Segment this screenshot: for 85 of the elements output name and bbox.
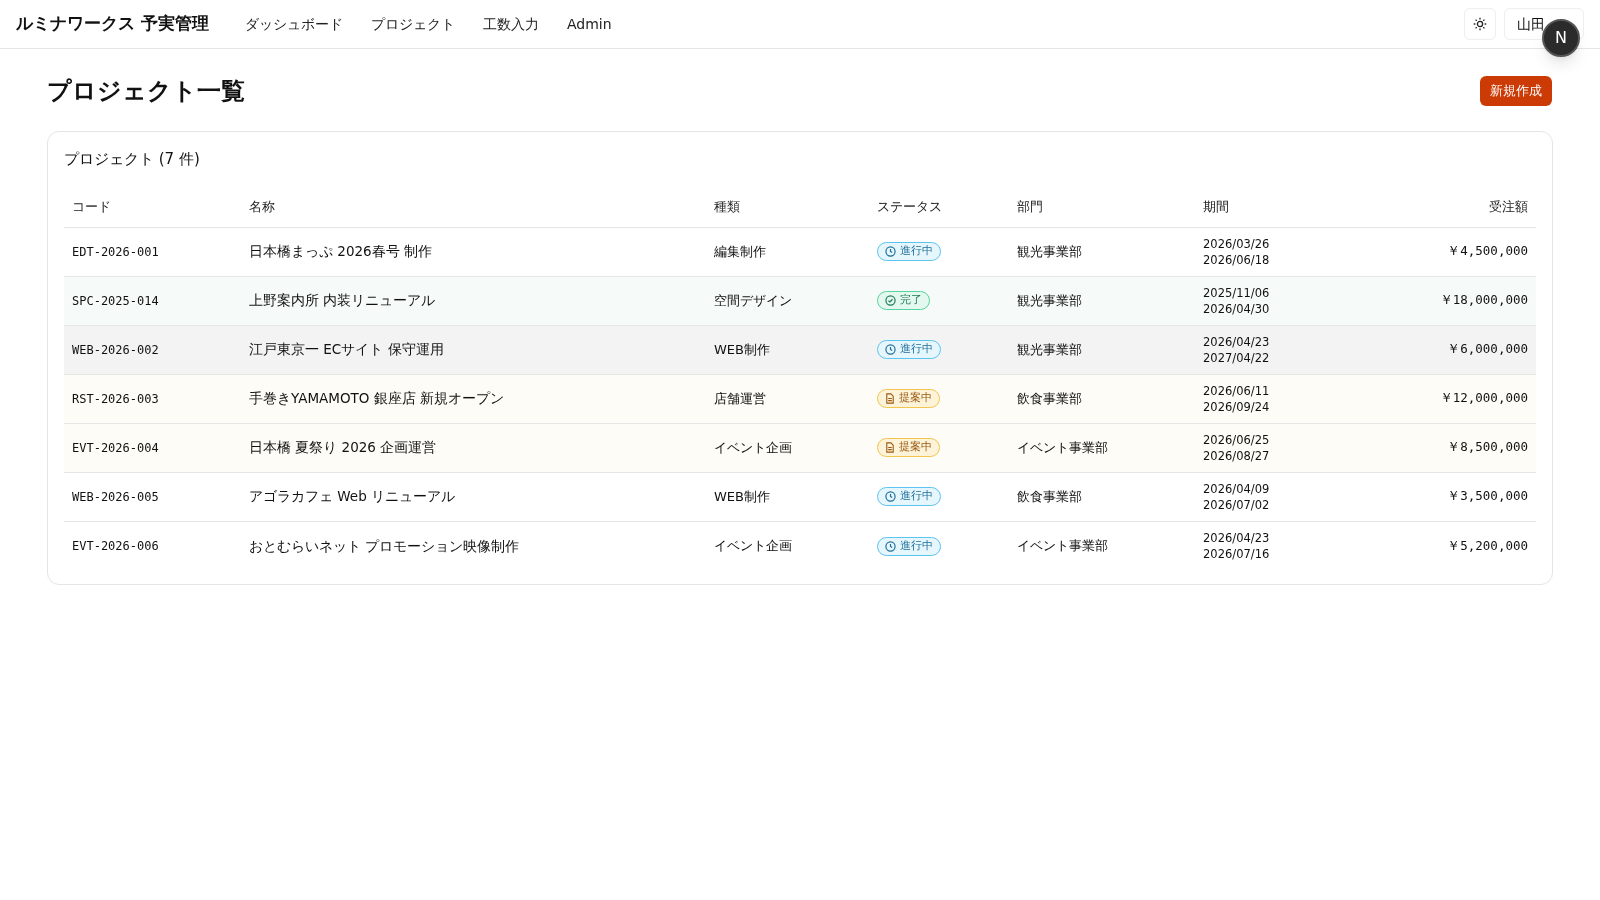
amount-cell-text: ￥6,000,000 <box>1446 340 1529 359</box>
amount-cell-text: ￥5,200,000 <box>1446 536 1529 555</box>
nav-link[interactable]: Admin <box>566 13 612 35</box>
name-cell-text: 江戸東京一 ECサイト 保守運用 <box>248 340 445 360</box>
app-title: ルミナワークス 予実管理 <box>16 12 209 36</box>
department-cell-text: 観光事業部 <box>1016 242 1083 261</box>
clock-icon <box>885 246 896 257</box>
amount-cell-text: ￥4,500,000 <box>1446 242 1529 261</box>
code-cell-text: SPC-2025-014 <box>71 292 160 310</box>
document-icon <box>885 442 895 453</box>
table-row[interactable]: WEB-2026-002 江戸東京一 ECサイト 保守運用 WEB制作 進行中 観光事業部 2026/04/23 2027/04/22 ￥6,000,000 <box>64 325 1536 375</box>
department-cell-text: イベント事業部 <box>1016 438 1109 457</box>
type-cell-text: 店舗運営 <box>713 389 767 408</box>
department-cell-text: 飲食事業部 <box>1016 487 1083 506</box>
column-header: コード <box>71 197 112 216</box>
dev-indicator-badge[interactable]: N <box>1542 19 1580 57</box>
column-header: ステータス <box>876 197 943 216</box>
end-date: 2026/08/27 <box>1203 447 1271 464</box>
clock-icon <box>885 344 896 355</box>
start-date: 2026/04/23 <box>1203 333 1271 350</box>
status-label: 進行中 <box>900 488 933 505</box>
name-cell-text: 上野案内所 内装リニューアル <box>248 291 437 311</box>
sun-icon <box>1473 17 1487 31</box>
code-cell-text: EDT-2026-001 <box>71 243 160 261</box>
column-header: 部門 <box>1016 197 1044 216</box>
status-label: 進行中 <box>900 243 933 260</box>
status-label: 完了 <box>900 292 922 309</box>
column-header: 受注額 <box>1488 197 1529 216</box>
name-cell-text: 日本橋まっぷ 2026春号 制作 <box>248 242 433 262</box>
code-cell-text: WEB-2026-002 <box>71 341 160 359</box>
theme-toggle-button[interactable] <box>1464 8 1496 40</box>
clock-icon <box>885 491 896 502</box>
code-cell-text: EVT-2026-004 <box>71 439 160 457</box>
name-cell-text: アゴラカフェ Web リニューアル <box>248 487 456 507</box>
amount-cell-text: ￥3,500,000 <box>1446 487 1529 506</box>
status-label: 進行中 <box>900 537 933 554</box>
status-label: 提案中 <box>899 439 932 456</box>
clock-icon <box>885 540 896 552</box>
column-header: 種類 <box>713 197 741 216</box>
column-header: 期間 <box>1202 197 1230 216</box>
type-cell-text: イベント企画 <box>713 537 793 556</box>
start-date: 2026/06/25 <box>1203 431 1271 448</box>
nav-link[interactable]: プロジェクト <box>370 13 455 35</box>
type-cell-text: イベント企画 <box>713 438 793 457</box>
end-date: 2026/04/30 <box>1203 300 1271 317</box>
start-date: 2026/04/09 <box>1203 480 1271 497</box>
department-cell-text: イベント事業部 <box>1016 537 1109 556</box>
nav-link[interactable]: ダッシュボード <box>244 13 343 35</box>
end-date: 2026/09/24 <box>1203 398 1271 415</box>
start-date: 2026/04/23 <box>1203 530 1271 546</box>
code-cell-text: WEB-2026-005 <box>71 488 160 506</box>
name-cell-text: おとむらいネット プロモーション映像制作 <box>248 536 521 556</box>
name-cell-text: 日本橋 夏祭り 2026 企画運営 <box>248 438 438 458</box>
type-cell-text: 編集制作 <box>713 242 767 261</box>
amount-cell-text: ￥8,500,000 <box>1446 438 1529 457</box>
end-date: 2026/07/16 <box>1203 546 1271 562</box>
department-cell-text: 飲食事業部 <box>1016 389 1083 408</box>
page-title: プロジェクト一覧 <box>47 76 245 107</box>
end-date: 2027/04/22 <box>1203 349 1271 366</box>
end-date: 2026/07/02 <box>1203 496 1271 513</box>
status-label: 提案中 <box>899 390 932 407</box>
column-header: 名称 <box>248 197 276 216</box>
department-cell-text: 観光事業部 <box>1016 340 1083 359</box>
type-cell-text: 空間デザイン <box>713 291 793 310</box>
check-circle-icon <box>885 295 896 306</box>
table-row[interactable]: EVT-2026-004 日本橋 夏祭り 2026 企画運営 イベント企画 提案中 イベント事業部 2026/06/25 2026/08/27 ￥8,500,000 <box>64 423 1536 473</box>
type-cell-text: WEB制作 <box>713 340 771 359</box>
code-cell-text: EVT-2026-006 <box>71 538 160 555</box>
amount-cell-text: ￥18,000,000 <box>1438 291 1529 310</box>
name-cell-text: 手巻きYAMAMOTO 銀座店 新規オープン <box>248 389 506 409</box>
start-date: 2026/06/11 <box>1203 382 1271 399</box>
start-date: 2025/11/06 <box>1203 284 1271 301</box>
status-label: 進行中 <box>900 341 933 358</box>
start-date: 2026/03/26 <box>1203 235 1271 252</box>
type-cell-text: WEB制作 <box>713 487 771 506</box>
end-date: 2026/06/18 <box>1203 251 1271 268</box>
amount-cell-text: ￥12,000,000 <box>1438 389 1529 408</box>
code-cell-text: RST-2026-003 <box>71 390 160 408</box>
department-cell-text: 観光事業部 <box>1016 291 1083 310</box>
table-row[interactable]: SPC-2025-014 上野案内所 内装リニューアル 空間デザイン 完了 観光事業部 2025/11/06 2026/04/30 ￥18,000,000 <box>64 276 1536 326</box>
document-icon <box>885 393 895 404</box>
nav-link[interactable]: 工数入力 <box>482 13 539 35</box>
card-title: プロジェクト (7 件) <box>64 149 201 170</box>
new-project-button[interactable]: 新規作成 <box>1480 76 1552 106</box>
table-row[interactable]: RST-2026-003 手巻きYAMAMOTO 銀座店 新規オープン 店舗運営 提案中 飲食事業部 2026/06/11 2026/09/24 ￥12,000,000 <box>64 374 1536 424</box>
